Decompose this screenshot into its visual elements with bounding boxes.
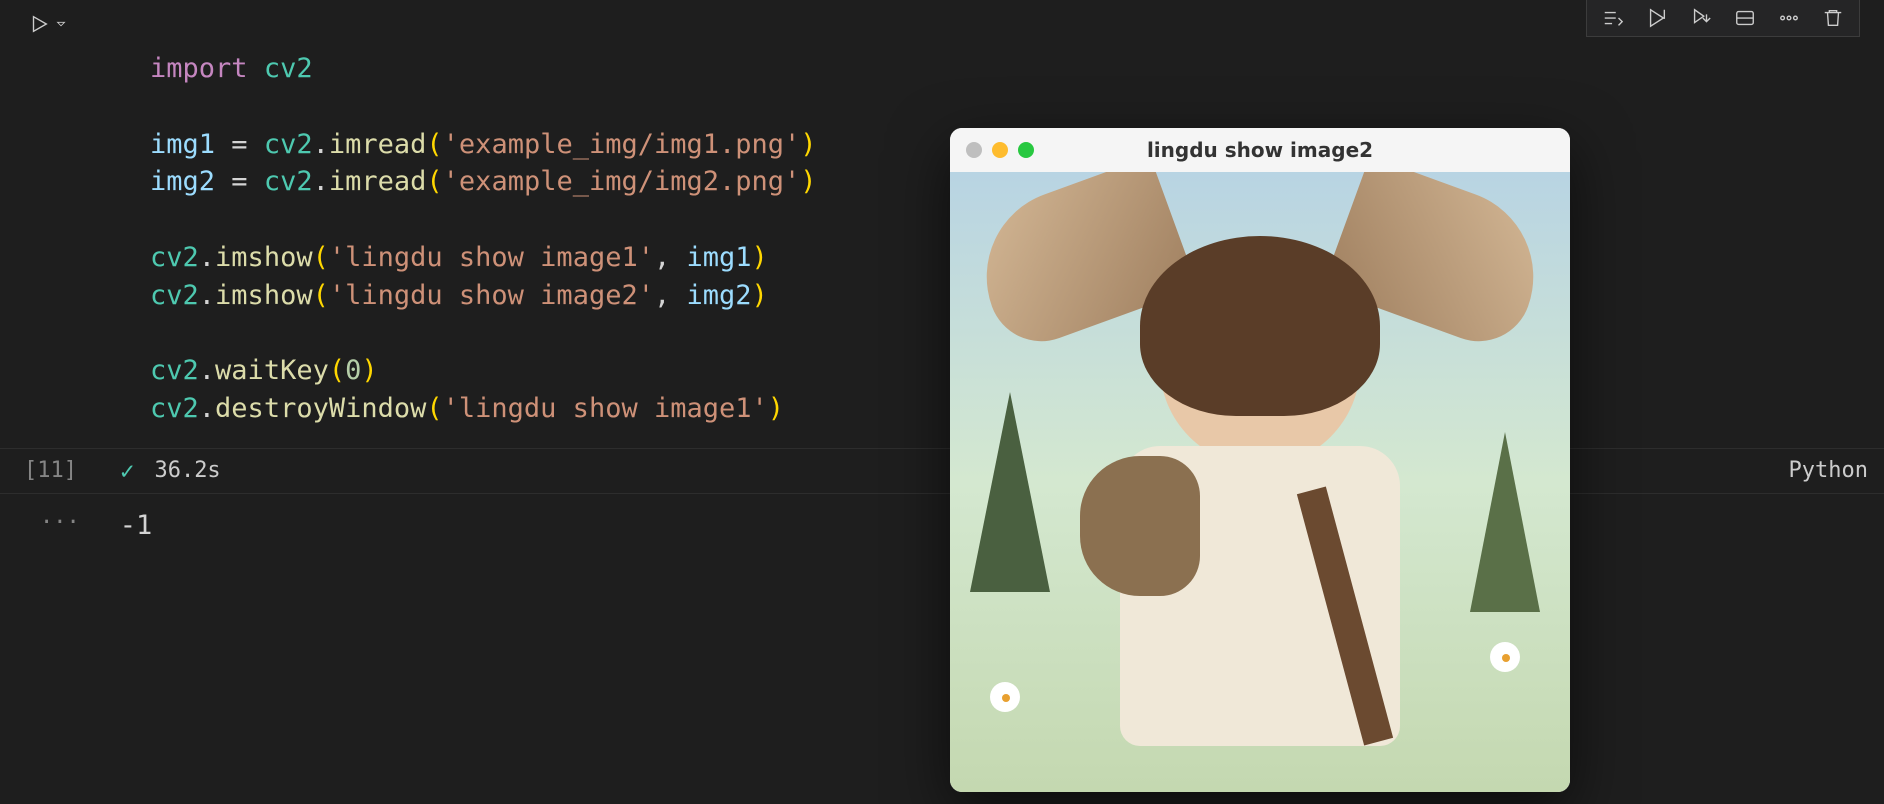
success-checkmark-icon: ✓ — [120, 457, 134, 485]
maximize-window-button[interactable] — [1018, 142, 1034, 158]
opencv-image-window[interactable]: lingdu show image2 — [950, 128, 1570, 792]
character-body — [1120, 446, 1400, 746]
execution-status-row: [11] ✓ 36.2s Python — [0, 448, 1884, 493]
run-cell-button[interactable] — [28, 12, 68, 36]
kernel-indicator[interactable]: Python — [1789, 458, 1868, 483]
minimize-window-button[interactable] — [992, 142, 1008, 158]
output-collapse-icon[interactable]: ··· — [40, 510, 80, 541]
execution-count: [11] — [24, 458, 77, 483]
displayed-image — [950, 172, 1570, 792]
leather-strap — [1297, 487, 1393, 746]
cell-output: ··· -1 — [0, 493, 1884, 541]
traffic-lights — [966, 142, 1034, 158]
module-cv2: cv2 — [264, 53, 313, 84]
output-value: -1 — [120, 510, 153, 541]
window-titlebar[interactable]: lingdu show image2 — [950, 128, 1570, 172]
keyword-import: import — [150, 53, 248, 84]
close-window-button[interactable] — [966, 142, 982, 158]
shoulder-armor — [1080, 456, 1200, 596]
anime-character — [1120, 266, 1400, 746]
notebook-editor: import cv2 img1 = cv2.imread('example_im… — [0, 0, 1884, 804]
flower-decoration — [1490, 642, 1520, 672]
execution-time: 36.2s — [154, 458, 220, 483]
background-tree — [1470, 432, 1540, 612]
cell-gutter — [0, 0, 90, 428]
character-hair — [1140, 236, 1380, 416]
background-tree — [970, 392, 1050, 592]
window-title: lingdu show image2 — [1147, 138, 1373, 162]
code-cell: import cv2 img1 = cv2.imread('example_im… — [0, 0, 1884, 428]
flower-decoration — [990, 682, 1020, 712]
